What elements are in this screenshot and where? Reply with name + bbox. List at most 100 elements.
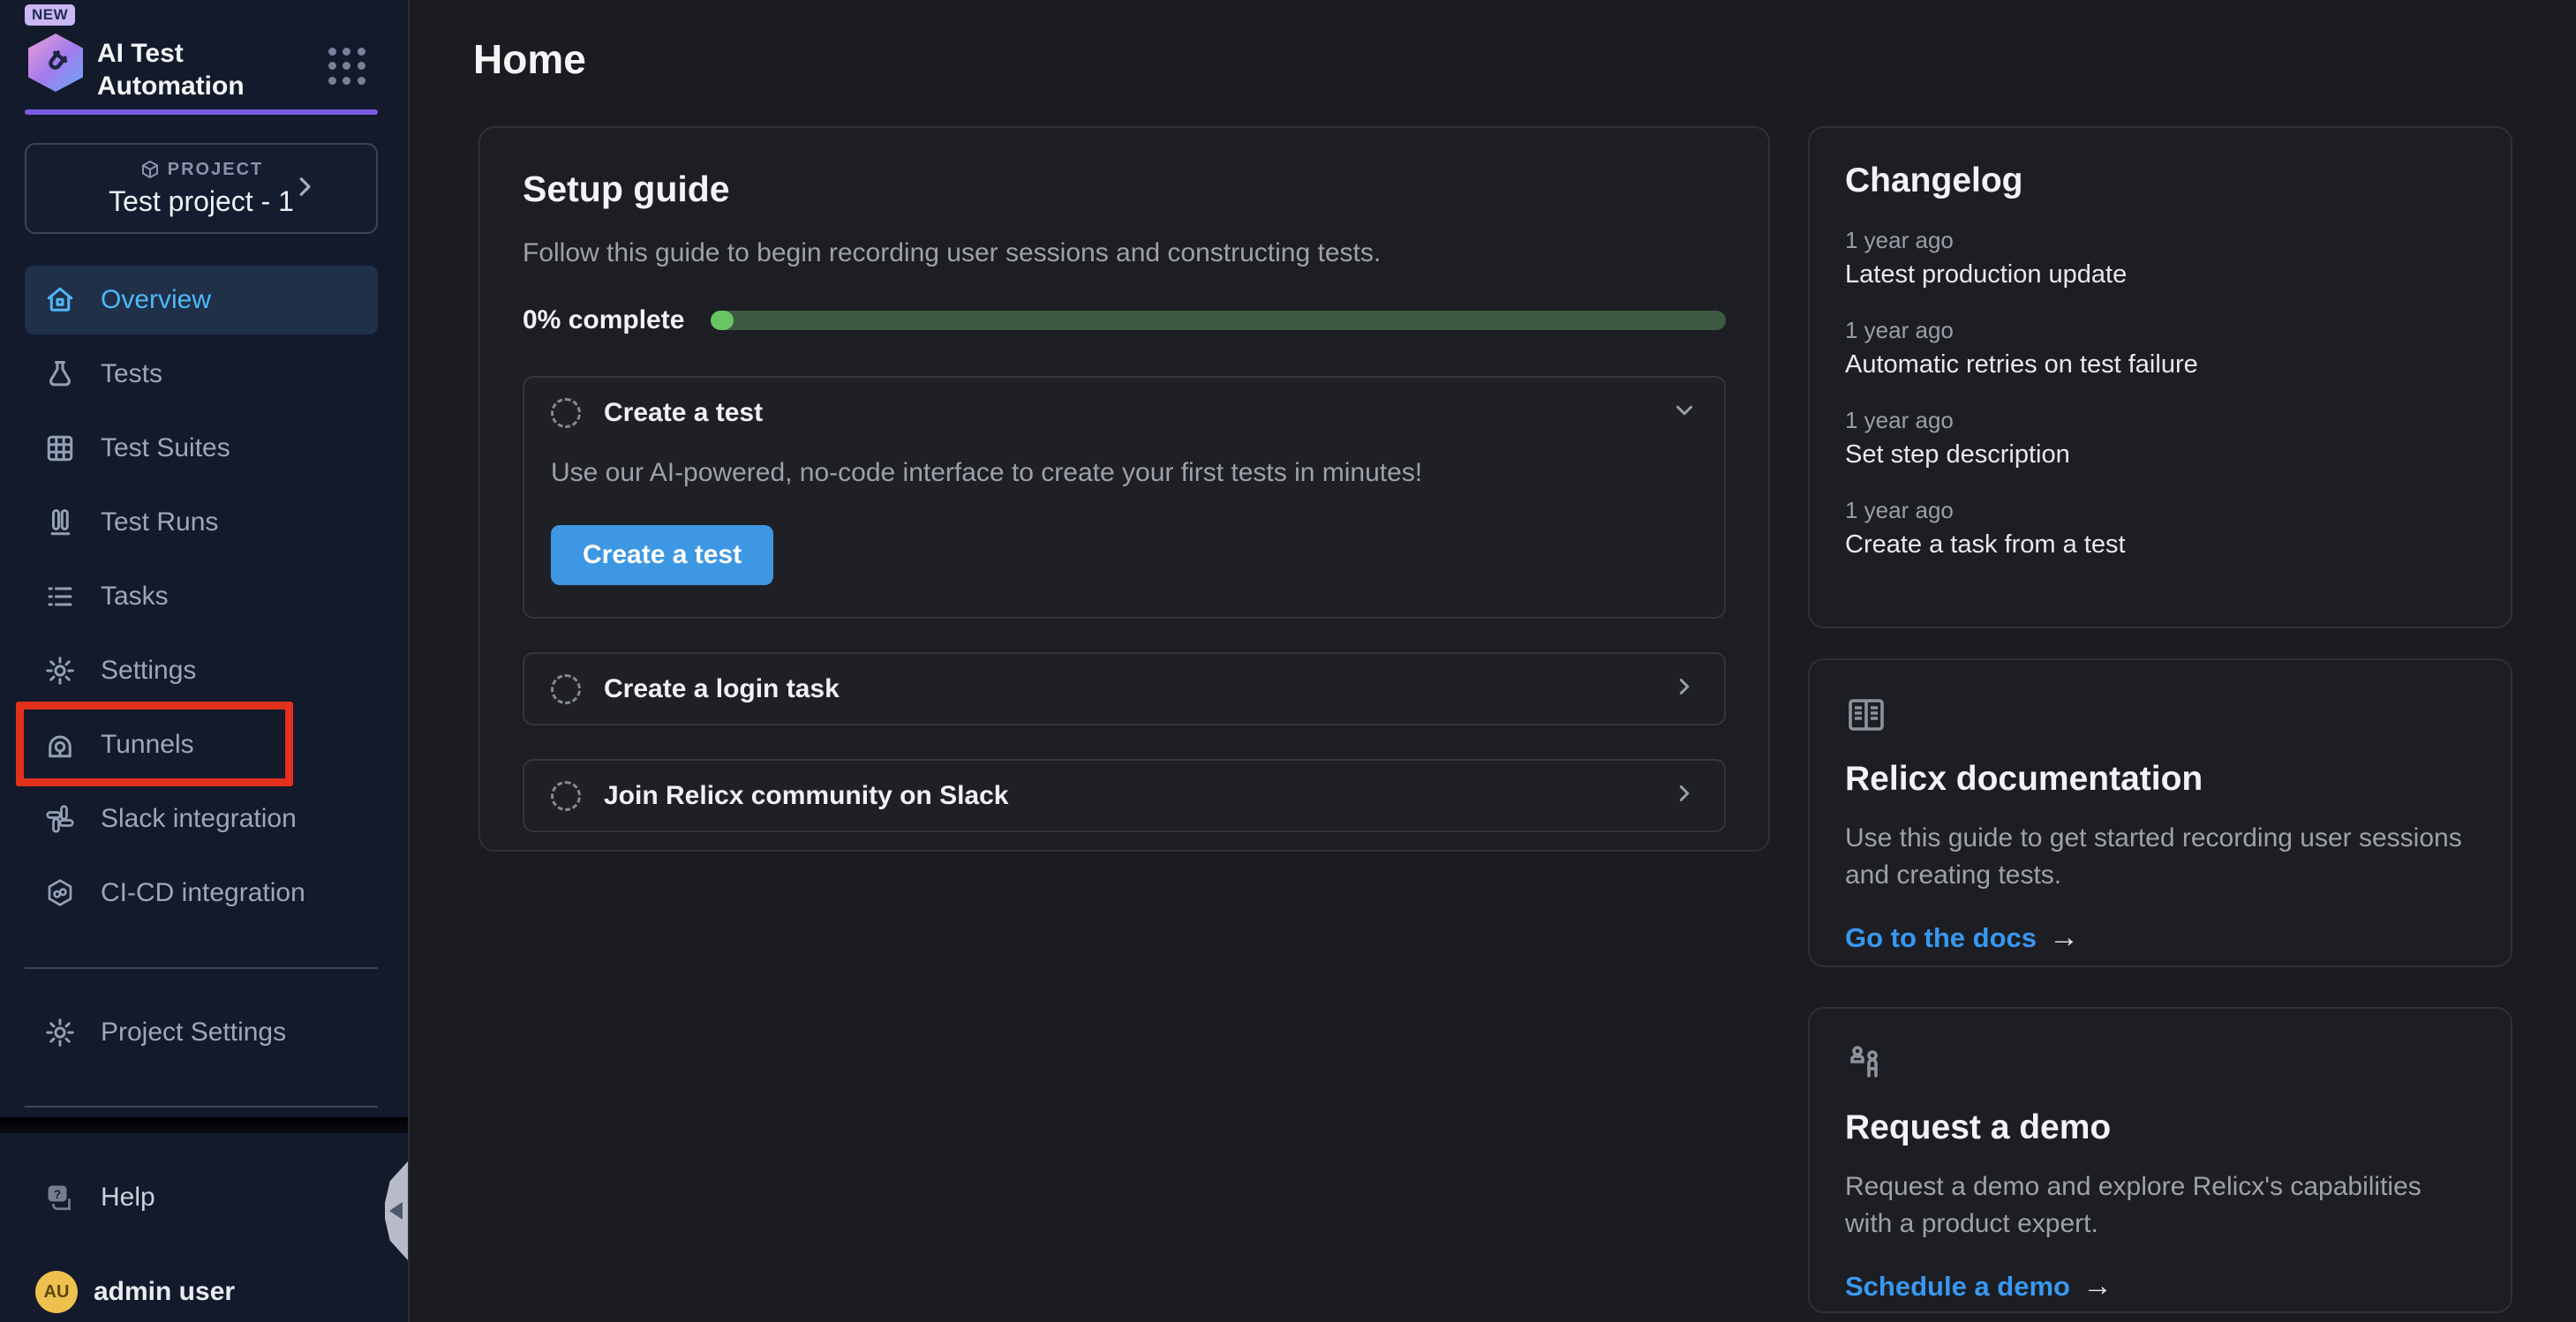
- home-icon: [44, 284, 76, 316]
- setup-steps: Create a test Use our AI-powered, no-cod…: [523, 376, 1726, 832]
- progress-fill: [711, 311, 734, 330]
- package-icon: [139, 160, 161, 181]
- progress-label: 0% complete: [523, 305, 684, 335]
- app-logo: [28, 34, 83, 92]
- page-title: Home: [473, 35, 586, 83]
- sidebar-item-test-suites[interactable]: Test Suites: [25, 414, 378, 483]
- gear-icon: [44, 1017, 76, 1048]
- changelog-time: 1 year ago: [1845, 227, 2475, 254]
- arrow-right-icon: →: [2049, 920, 2079, 955]
- chevron-right-icon: [1671, 673, 1698, 704]
- sidebar-collapse-handle[interactable]: [385, 1161, 408, 1260]
- sidebar-item-tests[interactable]: Tests: [25, 340, 378, 409]
- step-create-login-task: Create a login task: [523, 652, 1726, 725]
- app-switcher-grid-icon[interactable]: [328, 48, 365, 85]
- setup-guide-card: Setup guide Follow this guide to begin r…: [478, 126, 1770, 852]
- step-title: Join Relicx community on Slack: [604, 781, 1648, 811]
- step-header[interactable]: Join Relicx community on Slack: [524, 761, 1724, 830]
- help-label: Help: [101, 1183, 155, 1213]
- step-join-slack-community: Join Relicx community on Slack: [523, 759, 1726, 832]
- step-description: Use our AI-powered, no-code interface to…: [551, 458, 1698, 488]
- gear-icon: [44, 655, 76, 687]
- step-header[interactable]: Create a login task: [524, 654, 1724, 724]
- step-header[interactable]: Create a test: [524, 378, 1724, 447]
- chevron-right-icon: [291, 173, 318, 204]
- brand-accent-divider: [25, 109, 378, 115]
- sidebar-item-tasks[interactable]: Tasks: [25, 562, 378, 631]
- slack-icon: [44, 803, 76, 835]
- link-label: Go to the docs: [1845, 922, 2037, 954]
- flask-icon: [44, 358, 76, 390]
- sidebar-item-test-runs[interactable]: Test Runs: [25, 488, 378, 557]
- link-label: Schedule a demo: [1845, 1271, 2070, 1303]
- sidebar-item-label: Tests: [101, 359, 162, 389]
- svg-text:?: ?: [54, 1188, 61, 1201]
- progress-bar: [711, 311, 1726, 330]
- request-demo-description: Request a demo and explore Relicx's capa…: [1845, 1168, 2475, 1243]
- changelog-entry-title: Automatic retries on test failure: [1845, 350, 2475, 379]
- changelog-entry-title: Create a task from a test: [1845, 530, 2475, 560]
- sidebar-item-label: Tasks: [101, 582, 169, 612]
- sidebar-item-cicd-integration[interactable]: CI-CD integration: [25, 859, 378, 928]
- sidebar-divider: [25, 967, 378, 969]
- sidebar-item-overview[interactable]: Overview: [25, 266, 378, 334]
- changelog-entry-title: Latest production update: [1845, 260, 2475, 289]
- request-demo-title: Request a demo: [1845, 1108, 2475, 1147]
- sidebar-item-label: Test Runs: [101, 507, 218, 537]
- collapse-arrow-icon: [389, 1202, 403, 1220]
- chevron-down-icon: [1671, 397, 1698, 428]
- sidebar-item-slack-integration[interactable]: Slack integration: [25, 785, 378, 853]
- incomplete-step-icon: [551, 781, 581, 811]
- step-body: Use our AI-powered, no-code interface to…: [524, 447, 1724, 617]
- changelog-entry-title: Set step description: [1845, 440, 2475, 469]
- documentation-book-icon: [1845, 694, 2475, 740]
- documentation-card: Relicx documentation Use this guide to g…: [1808, 658, 2512, 967]
- project-name: Test project - 1: [109, 185, 294, 218]
- changelog-entry: 1 year ago Create a task from a test: [1845, 497, 2475, 560]
- sidebar-item-label: Settings: [101, 656, 196, 686]
- sidebar-footer: ? Help: [25, 1163, 378, 1237]
- step-title: Create a test: [604, 398, 1648, 428]
- people-icon: [1845, 1042, 2475, 1089]
- schedule-demo-link[interactable]: Schedule a demo →: [1845, 1269, 2475, 1303]
- step-title: Create a login task: [604, 674, 1648, 704]
- sidebar-item-label: Test Suites: [101, 433, 230, 463]
- create-a-test-button[interactable]: Create a test: [551, 525, 773, 585]
- sidebar-item-project-settings[interactable]: Project Settings: [25, 998, 378, 1067]
- go-to-docs-link[interactable]: Go to the docs →: [1845, 920, 2475, 955]
- setup-guide-title: Setup guide: [523, 169, 1726, 210]
- documentation-description: Use this guide to get started recording …: [1845, 820, 2475, 894]
- changelog-card: Changelog 1 year ago Latest production u…: [1808, 126, 2512, 628]
- sidebar-item-tunnels[interactable]: Tunnels: [25, 710, 378, 779]
- user-menu[interactable]: AU admin user: [35, 1271, 235, 1313]
- sidebar-item-settings[interactable]: Settings: [25, 636, 378, 705]
- changelog-title: Changelog: [1845, 161, 2475, 200]
- incomplete-step-icon: [551, 398, 581, 428]
- project-selector[interactable]: PROJECT Test project - 1: [25, 143, 378, 234]
- changelog-time: 1 year ago: [1845, 317, 2475, 344]
- help-button[interactable]: ? Help: [25, 1163, 378, 1232]
- hexagon-link-icon: [44, 877, 76, 909]
- new-badge: NEW: [25, 4, 75, 26]
- tunnel-icon: [44, 729, 76, 761]
- request-demo-card: Request a demo Request a demo and explor…: [1808, 1007, 2512, 1313]
- sidebar-item-label: Tunnels: [101, 730, 194, 760]
- chevron-right-icon: [1671, 780, 1698, 811]
- avatar: AU: [35, 1271, 78, 1313]
- grid-icon: [44, 432, 76, 464]
- list-icon: [44, 581, 76, 612]
- logo-glyph-icon: [38, 45, 73, 80]
- step-create-a-test: Create a test Use our AI-powered, no-cod…: [523, 376, 1726, 619]
- app-title: AI Test Automation: [97, 37, 309, 102]
- sidebar-item-label: Overview: [101, 285, 211, 315]
- sidebar-item-label: Project Settings: [101, 1018, 286, 1048]
- changelog-entry: 1 year ago Set step description: [1845, 407, 2475, 469]
- documentation-title: Relicx documentation: [1845, 760, 2475, 799]
- app-window: NEW AI Test Automation PROJECT Test proj…: [0, 0, 2576, 1322]
- sidebar-nav: Overview Tests Test Suites Test Runs: [25, 266, 378, 933]
- setup-guide-description: Follow this guide to begin recording use…: [523, 238, 1726, 268]
- project-eyebrow: PROJECT: [139, 160, 263, 181]
- help-chat-icon: ?: [44, 1182, 76, 1213]
- sidebar-item-label: Slack integration: [101, 804, 297, 834]
- incomplete-step-icon: [551, 674, 581, 704]
